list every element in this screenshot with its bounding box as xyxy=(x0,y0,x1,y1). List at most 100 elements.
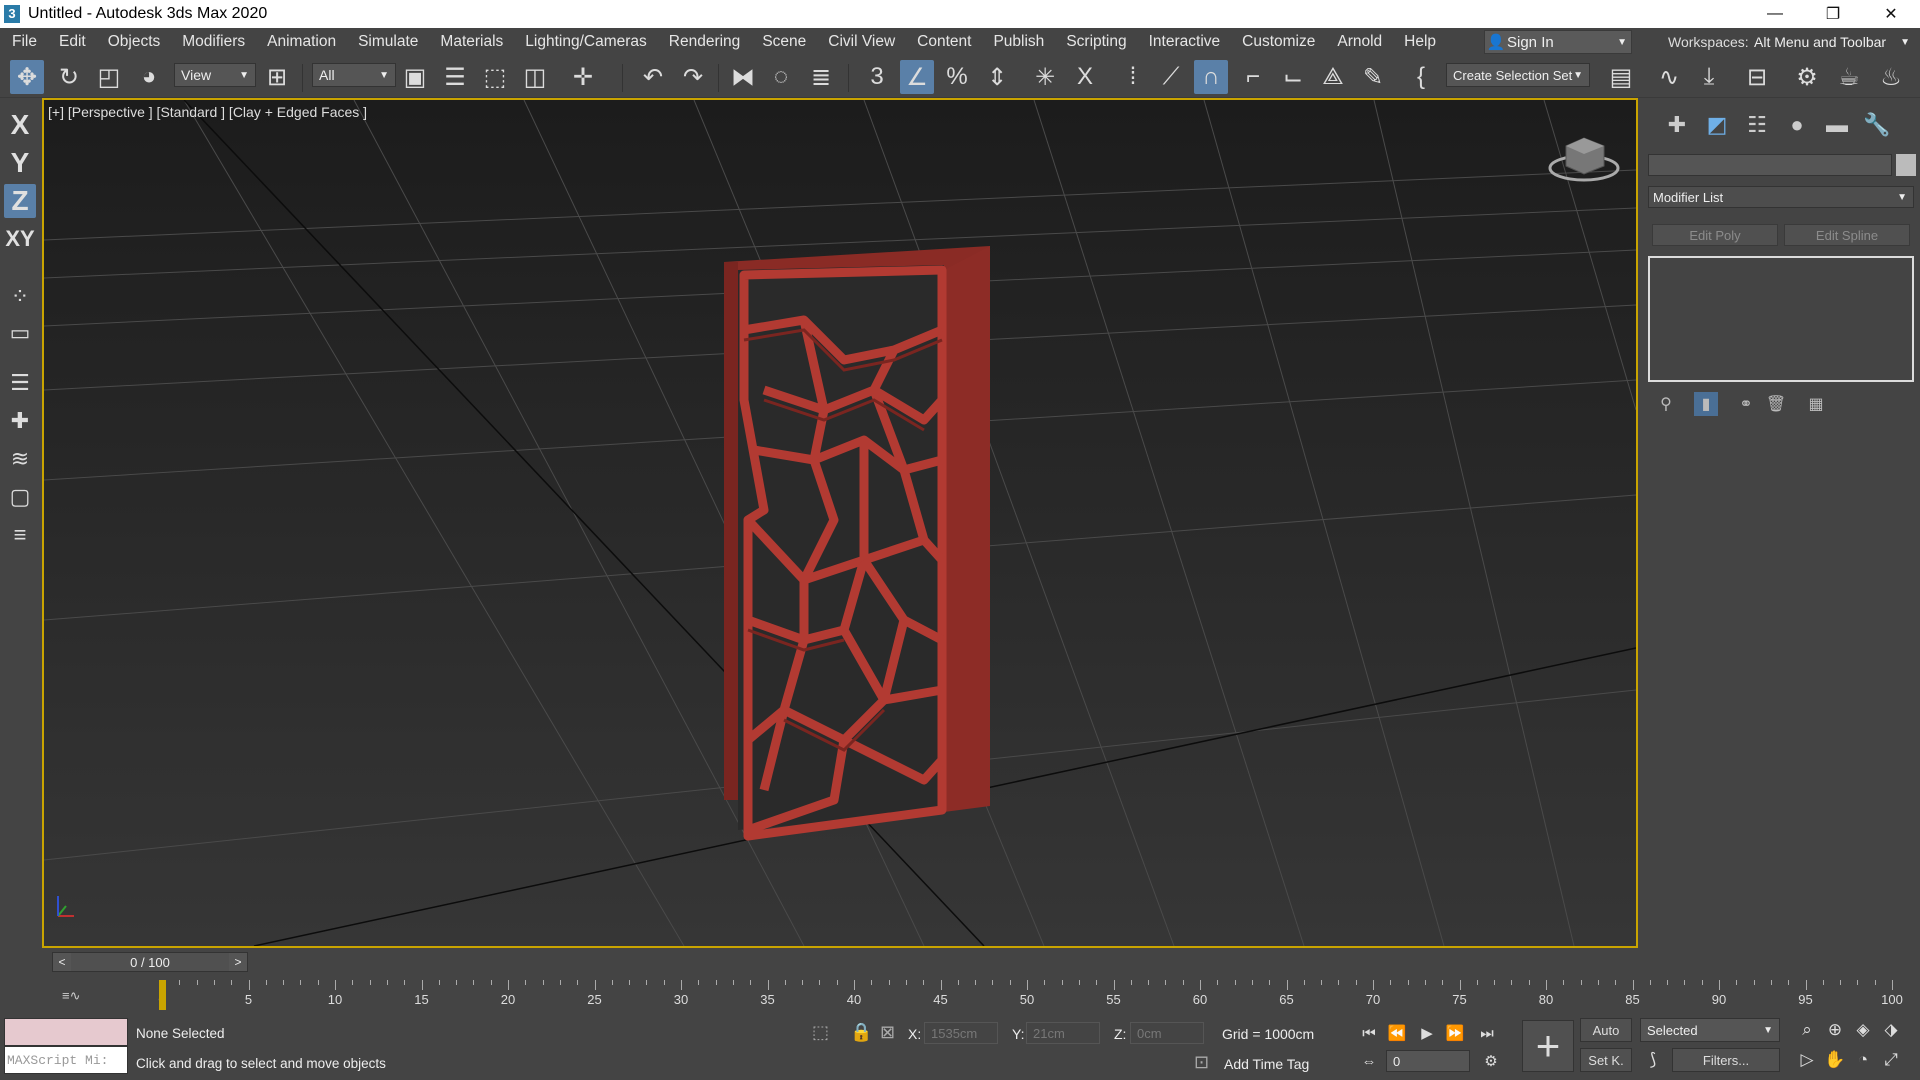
orbit-icon[interactable]: ◔ xyxy=(1850,1048,1876,1072)
edit-spline-button[interactable]: Edit Spline xyxy=(1784,224,1910,246)
configure-modifier-sets-icon[interactable]: ▦ xyxy=(1804,392,1828,416)
menu-civil-view[interactable]: Civil View xyxy=(816,33,905,51)
render-production-icon[interactable]: ♨ xyxy=(1874,60,1908,94)
undo-icon[interactable]: ↶ xyxy=(636,60,670,94)
snaps-toggle-icon[interactable]: 3 xyxy=(860,60,894,94)
y-coordinate-field[interactable]: 21cm xyxy=(1026,1022,1100,1044)
go-to-start-icon[interactable]: ⏮ xyxy=(1356,1022,1382,1044)
pivot-center-icon[interactable]: ⊞ xyxy=(260,60,294,94)
maxscript-mini-listener[interactable]: MAXScript Mi: xyxy=(4,1046,128,1074)
set-key-icon[interactable]: + xyxy=(1522,1020,1574,1072)
named-selection-icon[interactable]: { xyxy=(1404,60,1438,94)
add-time-tag-button[interactable]: Add Time Tag xyxy=(1224,1056,1309,1072)
menu-rendering[interactable]: Rendering xyxy=(657,33,751,51)
xform-icon[interactable]: X xyxy=(1068,60,1102,94)
modifier-list-dropdown[interactable]: Modifier List ▼ xyxy=(1648,186,1914,208)
show-end-result-icon[interactable]: ▮ xyxy=(1694,392,1718,416)
create-selection-set-dropdown[interactable]: Create Selection Set ▼ xyxy=(1446,63,1590,87)
perspective-viewport[interactable]: [+] [Perspective ] [Standard ] [Clay + E… xyxy=(42,98,1638,948)
select-scale-icon[interactable]: ◰ xyxy=(92,60,126,94)
modify-tab-icon[interactable]: ◩ xyxy=(1702,110,1732,140)
menu-lighting-cameras[interactable]: Lighting/Cameras xyxy=(513,33,656,51)
object-name-field[interactable] xyxy=(1648,154,1892,176)
voronoi-panel-object[interactable] xyxy=(724,246,990,841)
x-coordinate-field[interactable]: 1535cm xyxy=(924,1022,998,1044)
menu-objects[interactable]: Objects xyxy=(96,33,171,51)
spinner-snap-icon[interactable]: ⇕ xyxy=(980,60,1014,94)
absolute-mode-icon[interactable]: ⊠ xyxy=(880,1022,895,1043)
motion-tab-icon[interactable]: ● xyxy=(1782,110,1812,140)
time-slider[interactable]: < 0 / 100 > xyxy=(52,952,248,972)
menu-materials[interactable]: Materials xyxy=(428,33,513,51)
make-unique-icon[interactable]: ⚭ xyxy=(1734,392,1758,416)
menu-arnold[interactable]: Arnold xyxy=(1325,33,1392,51)
brush-icon[interactable]: ✎ xyxy=(1356,60,1390,94)
selection-filter-dropdown[interactable]: All ▼ xyxy=(312,63,396,87)
set-key-button[interactable]: Set K. xyxy=(1580,1048,1632,1072)
reference-coordinate-dropdown[interactable]: View ▼ xyxy=(174,63,256,87)
layer-stack-icon[interactable]: ≋ xyxy=(6,444,34,474)
viewport-label[interactable]: [+] [Perspective ] [Standard ] [Clay + E… xyxy=(48,104,367,120)
workspaces-dropdown[interactable]: Alt Menu and Toolbar ▼ xyxy=(1750,30,1916,54)
menu-simulate[interactable]: Simulate xyxy=(346,33,428,51)
angle-tool-icon[interactable]: ⟋ xyxy=(1154,60,1188,94)
key-mode-toggle-icon[interactable]: ⇔ xyxy=(1356,1050,1382,1072)
key-filter-dropdown[interactable]: Selected ▼ xyxy=(1640,1018,1780,1042)
z-coordinate-field[interactable]: 0cm xyxy=(1130,1022,1204,1044)
maxscript-listener-output[interactable] xyxy=(4,1018,128,1046)
previous-frame-icon[interactable]: ⏪ xyxy=(1384,1022,1410,1044)
sign-in-dropdown[interactable]: 👤 Sign In ▼ xyxy=(1484,30,1632,54)
menu-modifiers[interactable]: Modifiers xyxy=(170,33,255,51)
menu-content[interactable]: Content xyxy=(905,33,981,51)
object-color-swatch[interactable] xyxy=(1896,154,1916,176)
current-frame-spinner[interactable]: 0 xyxy=(1386,1050,1470,1072)
isolate-selection-icon[interactable]: ⬚ xyxy=(812,1022,829,1043)
edge-tool-icon[interactable]: ⌐ xyxy=(1236,60,1270,94)
go-to-end-icon[interactable]: ⏭ xyxy=(1474,1022,1500,1044)
redo-icon[interactable]: ↷ xyxy=(676,60,710,94)
grid-points-icon[interactable]: ⁞ xyxy=(1116,60,1150,94)
vertex-tool-icon[interactable]: ⌙ xyxy=(1276,60,1310,94)
snap-grid-icon[interactable]: ⁘ xyxy=(6,282,34,312)
menu-customize[interactable]: Customize xyxy=(1230,33,1325,51)
menu-file[interactable]: File xyxy=(0,33,47,51)
angle-snap-icon[interactable]: ∠ xyxy=(900,60,934,94)
axis-xy-button[interactable]: XY xyxy=(4,222,36,256)
select-move-secondary-icon[interactable]: ✛ xyxy=(566,60,600,94)
pan-view-icon[interactable]: ✋ xyxy=(1822,1048,1848,1072)
magnet-snap-icon[interactable]: ∩ xyxy=(1194,60,1228,94)
edit-poly-button[interactable]: Edit Poly xyxy=(1652,224,1778,246)
percent-snap-icon[interactable]: % xyxy=(940,60,974,94)
add-layer-icon[interactable]: ✚ xyxy=(6,406,34,436)
curve-editor-icon[interactable]: ∿ xyxy=(1652,60,1686,94)
select-move-icon[interactable]: ✥ xyxy=(10,60,44,94)
menu-animation[interactable]: Animation xyxy=(255,33,346,51)
schematic-view-icon[interactable]: ⊟ xyxy=(1740,60,1774,94)
axis-x-button[interactable]: X xyxy=(4,108,36,142)
mirror-icon[interactable]: ⧓ xyxy=(726,60,760,94)
menu-publish[interactable]: Publish xyxy=(981,33,1054,51)
render-frame-icon[interactable]: ☕ xyxy=(1832,60,1866,94)
track-bar[interactable]: 0510152025303540455055606570758085909510… xyxy=(120,980,1920,1014)
close-button[interactable]: ✕ xyxy=(1862,0,1920,28)
display-tab-icon[interactable]: ▬ xyxy=(1822,110,1852,140)
zoom-extents-icon[interactable]: ◈ xyxy=(1850,1018,1876,1042)
select-object-icon[interactable]: ▣ xyxy=(398,60,432,94)
layers-icon[interactable]: ☰ xyxy=(6,368,34,398)
window-crossing-icon[interactable]: ◫ xyxy=(518,60,552,94)
layer-explorer-icon[interactable]: ≣ xyxy=(804,60,838,94)
axis-y-button[interactable]: Y xyxy=(4,146,36,180)
select-rotate-icon[interactable]: ↻ xyxy=(52,60,86,94)
default-in-out-tangents-icon[interactable]: ⟆ xyxy=(1640,1048,1666,1072)
app-icon[interactable]: 3 xyxy=(4,5,20,23)
scene-explorer-icon[interactable]: ▤ xyxy=(1604,60,1638,94)
axis-z-button[interactable]: Z xyxy=(4,184,36,218)
select-layer-icon[interactable]: ▢ xyxy=(6,482,34,512)
menu-scripting[interactable]: Scripting xyxy=(1054,33,1136,51)
next-frame-icon[interactable]: ⏩ xyxy=(1442,1022,1468,1044)
lock-icon[interactable]: 🔒 xyxy=(850,1022,872,1043)
time-cursor[interactable] xyxy=(159,980,166,1010)
time-tag-icon[interactable]: ⊡ xyxy=(1194,1052,1209,1073)
next-frame-button[interactable]: > xyxy=(229,953,247,971)
zoom-all-icon[interactable]: ⊕ xyxy=(1822,1018,1848,1042)
